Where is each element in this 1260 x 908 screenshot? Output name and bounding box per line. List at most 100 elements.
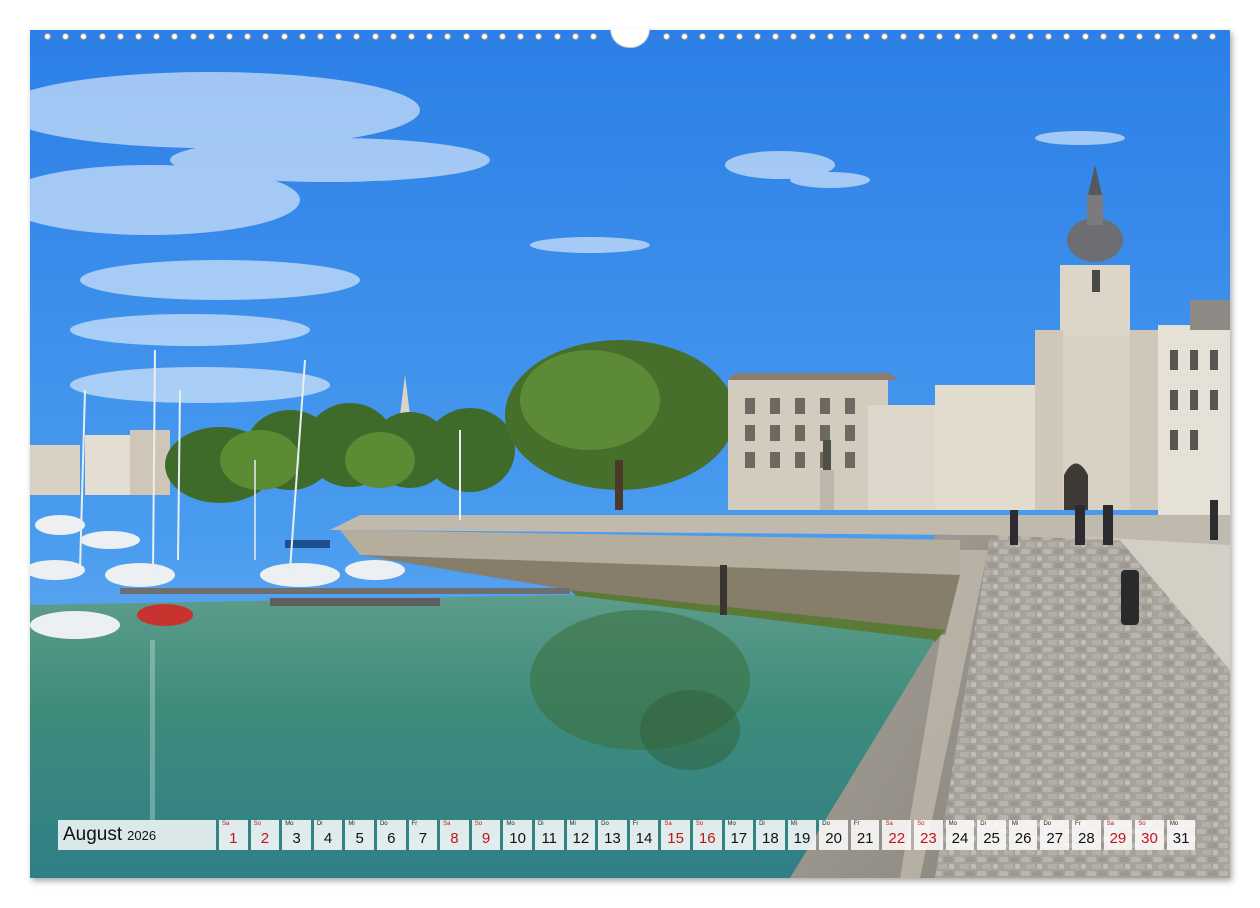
binding-hole — [444, 33, 452, 40]
day-of-week: Sa — [443, 821, 451, 827]
day-cell: Sa 29 — [1103, 820, 1133, 850]
binding-hole — [207, 33, 215, 40]
binding-hole — [735, 33, 743, 40]
day-cell: Mo 24 — [945, 820, 975, 850]
binding-hole — [408, 33, 415, 40]
binding-hole — [899, 33, 907, 40]
binding-hole — [571, 33, 579, 40]
harbor-photo — [30, 30, 1230, 878]
day-cell: So 9 — [471, 820, 501, 850]
day-cell: Sa 22 — [882, 820, 912, 850]
month-year: 2026 — [127, 827, 157, 843]
binding-hole — [480, 33, 488, 40]
day-of-week: Fr — [632, 821, 639, 827]
binding-hole — [1063, 33, 1071, 40]
day-number: 19 — [793, 830, 811, 847]
binding-hole — [808, 33, 816, 40]
day-of-week: Di — [537, 821, 544, 827]
binding-hole — [863, 33, 871, 40]
binding-hole — [1190, 33, 1198, 40]
day-cell: Do 6 — [376, 820, 406, 850]
day-cell: Mi 19 — [787, 820, 817, 850]
binding-hole — [462, 33, 470, 40]
day-number: 3 — [292, 830, 301, 847]
day-number: 4 — [323, 830, 333, 847]
binding-hole — [80, 33, 88, 40]
binding-hole — [244, 33, 252, 40]
day-of-week: Mo — [727, 821, 736, 827]
binding-hole — [426, 33, 434, 40]
binding-hole — [1154, 33, 1162, 40]
binding-hole — [881, 33, 889, 40]
binding-hole — [954, 33, 962, 40]
day-number: 15 — [667, 830, 684, 847]
day-of-week: Mi — [790, 821, 798, 827]
binding-hole — [389, 33, 397, 40]
day-cell: Di 25 — [977, 820, 1006, 850]
day-of-week: Di — [759, 821, 765, 827]
calendar-strip: August 2026 Sa 1 So 2 Mo 3 Di 4 Mi 5 Do 6 Fr 7 Sa 8 So 9 M… — [58, 820, 1196, 850]
day-cell: Do 20 — [819, 820, 848, 850]
day-cell: Do 13 — [598, 820, 627, 850]
day-cell: Mo 3 — [282, 820, 311, 850]
day-of-week: Sa — [1106, 821, 1114, 827]
binding-hole — [335, 33, 343, 40]
day-of-week: So — [253, 821, 261, 827]
binding-hole — [189, 33, 197, 40]
day-cell: Sa 15 — [661, 820, 690, 850]
binding-hole — [1172, 33, 1180, 40]
binding-hole — [553, 33, 561, 40]
day-of-week: Mi — [348, 821, 355, 827]
day-cell: So 16 — [692, 820, 722, 850]
day-of-week: Di — [316, 821, 323, 827]
binding-hole — [535, 33, 543, 40]
binding-hole — [171, 33, 179, 40]
day-of-week: Do — [601, 821, 609, 827]
day-of-week: Mo — [285, 821, 294, 827]
binding-hole — [1027, 33, 1034, 40]
month-label: August 2026 — [58, 820, 216, 850]
day-number: 8 — [450, 830, 459, 847]
day-cell: Fr 21 — [850, 820, 880, 850]
day-cell: Sa 8 — [440, 820, 469, 850]
day-cell: So 23 — [914, 820, 943, 850]
binding-hole — [1136, 33, 1144, 40]
day-of-week: Mo — [506, 821, 515, 827]
binding-hole — [317, 33, 324, 40]
day-number: 7 — [418, 830, 428, 847]
day-number: 30 — [1141, 830, 1158, 847]
binding-hole — [1099, 33, 1107, 40]
day-of-week: So — [695, 821, 704, 827]
day-of-week: So — [917, 821, 925, 827]
day-number: 2 — [260, 830, 270, 847]
day-cell: Di 18 — [756, 820, 785, 850]
day-number: 6 — [387, 830, 396, 847]
day-number: 5 — [355, 830, 364, 847]
binding-hole — [280, 33, 288, 40]
day-cell: Sa 1 — [219, 820, 248, 850]
day-number: 18 — [762, 830, 779, 847]
binding-hole — [153, 33, 161, 40]
day-cell: Mo 10 — [503, 820, 532, 850]
day-cell: Fr 28 — [1072, 820, 1101, 850]
day-of-week: So — [1138, 821, 1146, 827]
binding-hole — [590, 33, 597, 40]
day-cell: Mo 31 — [1166, 820, 1196, 850]
day-number: 10 — [509, 830, 526, 847]
day-number: 12 — [572, 830, 590, 847]
binding-hole — [135, 33, 142, 40]
binding-hole — [226, 33, 233, 40]
day-of-week: Do — [379, 821, 388, 827]
binding-hole — [772, 33, 780, 40]
day-cell: Di 4 — [313, 820, 343, 850]
binding-hole — [663, 33, 670, 40]
day-of-week: Do — [822, 821, 830, 827]
binding-hole — [1209, 33, 1216, 40]
binding-hole — [845, 33, 852, 40]
day-of-week: Fr — [853, 821, 860, 827]
day-of-week: Sa — [222, 821, 230, 827]
day-number: 14 — [635, 830, 653, 847]
binding-hole — [699, 33, 707, 40]
day-number: 21 — [856, 830, 874, 847]
binding-hole — [1081, 33, 1089, 40]
